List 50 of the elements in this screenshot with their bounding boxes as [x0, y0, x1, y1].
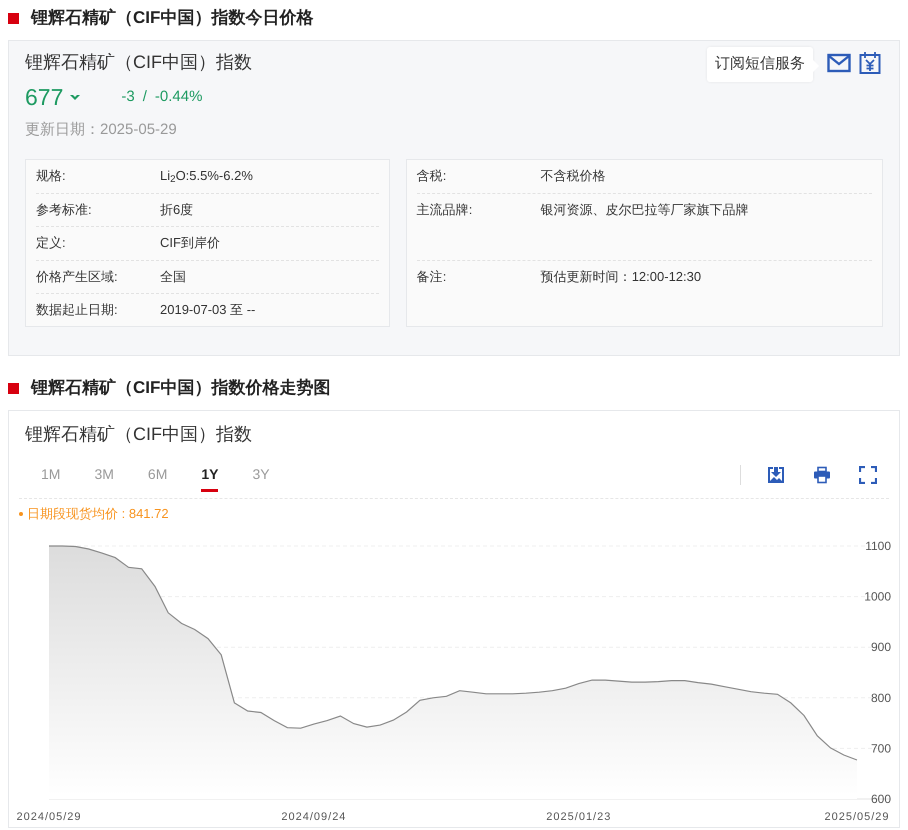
mail-icon[interactable] [827, 51, 851, 75]
down-arrow-icon [69, 92, 82, 102]
spec-label: 含税: [416, 167, 448, 185]
spec-label: 备注: [416, 268, 448, 286]
axis-label: 900 [870, 640, 891, 654]
spec-label: 参考标准: [36, 200, 93, 218]
spec-value: 2019-07-03 至 -- [160, 301, 256, 319]
fullscreen-icon[interactable] [859, 466, 877, 484]
spec-value: 折6度 [160, 200, 194, 218]
download-image-icon[interactable] [767, 466, 785, 484]
axis-label: 2024/05/29 [16, 810, 82, 822]
spec-value: 不含税价格 [540, 167, 606, 185]
axis-label: 2025/05/29 [824, 810, 890, 822]
axis-label: 600 [870, 792, 891, 806]
axis-label: 800 [870, 690, 891, 704]
axis-label: 1000 [864, 589, 891, 604]
range-tab[interactable]: 1M [41, 458, 60, 492]
axis-label: 1100 [865, 538, 891, 552]
spec-label: 数据起止日期: [36, 301, 119, 319]
range-tab[interactable]: 1Y [201, 458, 218, 492]
legend-label: 日期段现货均价 : 841.72 [27, 505, 169, 523]
section-title: 锂辉石精矿（CIF中国）指数今日价格 [31, 7, 314, 30]
price-change: -3 [121, 87, 135, 107]
spec-label: 定义: [36, 234, 67, 252]
print-icon[interactable] [813, 466, 831, 484]
axis-label: 700 [870, 740, 891, 755]
range-tab[interactable]: 6M [148, 458, 168, 492]
chart-title: 锂辉石精矿（CIF中国）指数 [24, 423, 253, 446]
axis-label: 2024/09/24 [281, 810, 346, 822]
index-price: 677 [25, 83, 64, 112]
subscribe-tooltip: 订阅短信服务 [707, 47, 813, 82]
index-name: 锂辉石精矿（CIF中国）指数 [25, 51, 252, 74]
spec-value: 全国 [160, 268, 186, 286]
spec-label: 主流品牌: [416, 200, 474, 218]
spec-label: 价格产生区域: [36, 268, 119, 286]
update-date: 更新日期：2025-05-29 [25, 120, 178, 140]
spec-label: 规格: [36, 167, 67, 185]
spec-value: 预估更新时间：12:00-12:30 [540, 268, 702, 286]
section-title: 锂辉石精矿（CIF中国）指数价格走势图 [31, 377, 330, 400]
section-marker [8, 382, 19, 394]
spec-value: Li$_{2}$O:5.5%-6.2% [160, 167, 253, 186]
calendar-yen-icon[interactable] [859, 51, 881, 75]
range-tab[interactable]: 3M [94, 458, 114, 492]
section-marker [8, 12, 19, 24]
spec-value: CIF到岸价 [160, 234, 220, 252]
separator: / [142, 87, 147, 107]
range-tab[interactable]: 3Y [252, 458, 270, 492]
spec-value: 银河资源、皮尔巴拉等厂家旗下品牌 [540, 200, 749, 218]
percent-change: -0.44% [154, 87, 202, 107]
axis-label: 2025/01/23 [546, 810, 612, 822]
